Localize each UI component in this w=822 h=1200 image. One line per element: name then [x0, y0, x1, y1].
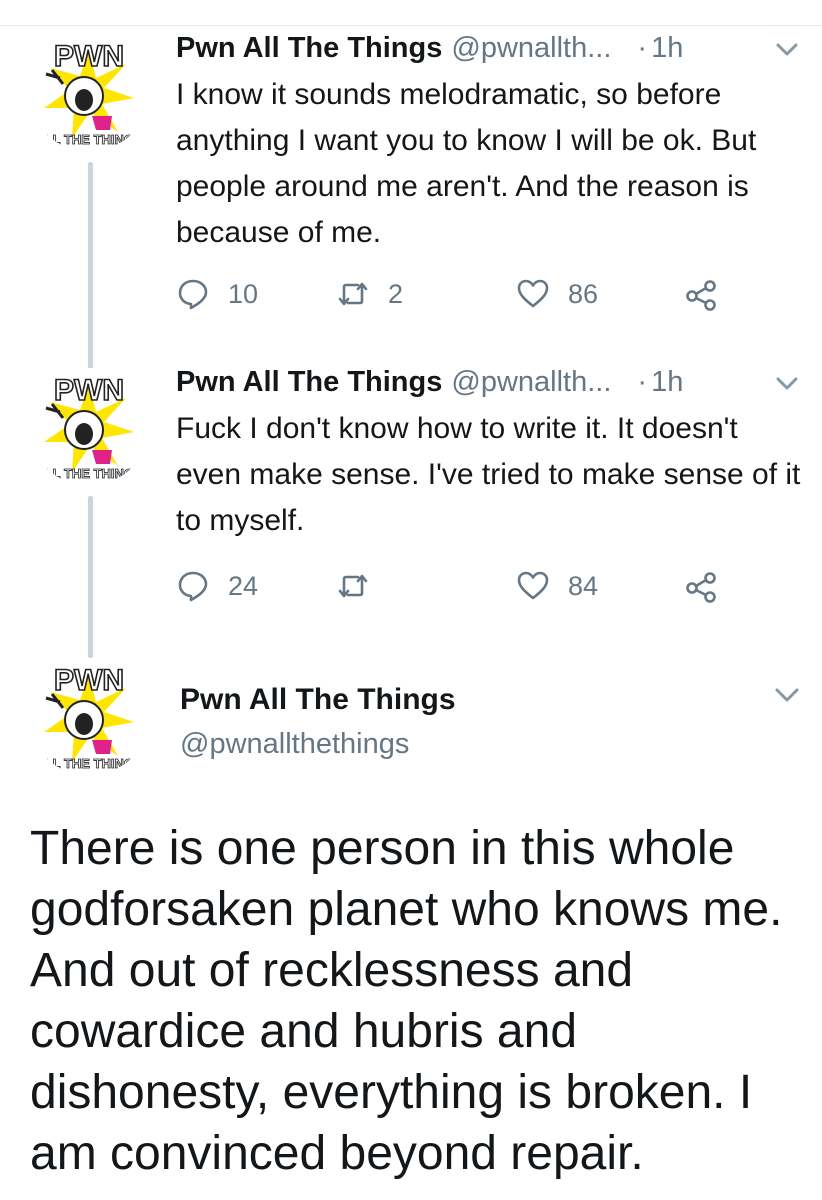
heart-icon: [517, 279, 549, 308]
reply-icon: [178, 571, 208, 602]
tweet-header: Pwn All The Things @pwnallth... · 1h: [176, 28, 802, 68]
retweet-button[interactable]: [336, 566, 388, 606]
separator-dot: ·: [637, 365, 648, 398]
avatar-bottom-text: ALL THE THINGS: [35, 756, 143, 771]
like-button[interactable]: 84: [516, 566, 598, 606]
chevron-down-icon[interactable]: [772, 34, 802, 64]
author-handle[interactable]: @pwnallth...: [451, 366, 611, 399]
avatar-bottom-text: ALL THE THINGS: [35, 466, 143, 481]
thread-line: [88, 496, 93, 658]
focused-author-name[interactable]: Pwn All The Things: [180, 683, 456, 717]
focused-tweet-text: There is one person in this whole godfor…: [30, 822, 783, 1180]
avatar-top-text: PWN: [54, 374, 124, 407]
reply-count: 10: [228, 278, 259, 309]
tweet-header: Pwn All The Things @pwnallth... · 1h: [176, 362, 802, 402]
author-handle[interactable]: @pwnallth...: [451, 32, 611, 65]
avatar[interactable]: PWN ALL THE THINGS: [30, 658, 148, 776]
heart-icon: [517, 571, 549, 600]
tweet-actions: 10 2 86: [176, 274, 736, 314]
tweet-time[interactable]: 1h: [651, 32, 683, 65]
share-button[interactable]: [684, 566, 718, 606]
chevron-down-icon[interactable]: [772, 368, 802, 398]
like-button[interactable]: 86: [516, 274, 598, 314]
share-button[interactable]: [684, 274, 718, 314]
tweet-actions: 24 84: [176, 566, 736, 606]
avatar-top-text: PWN: [54, 664, 124, 697]
pwn-avatar-image: PWN ALL THE THINGS: [30, 368, 148, 486]
share-icon: [686, 572, 716, 603]
pwn-avatar-image: PWN ALL THE THINGS: [30, 658, 148, 776]
avatar-top-text: PWN: [54, 40, 124, 73]
separator-dot: ·: [637, 31, 648, 64]
reply-button[interactable]: 10: [176, 274, 258, 314]
author-name[interactable]: Pwn All The Things: [176, 366, 442, 399]
retweet-icon: [338, 574, 368, 598]
pwn-avatar-image: PWN ALL THE THINGS: [30, 34, 148, 152]
avatar[interactable]: PWN ALL THE THINGS: [30, 368, 148, 486]
tweet-text: Fuck I don't know how to write it. It do…: [176, 412, 801, 537]
author-name[interactable]: Pwn All The Things: [176, 32, 442, 65]
avatar-bottom-text: ALL THE THINGS: [35, 132, 143, 147]
chevron-down-icon[interactable]: [770, 678, 804, 712]
focused-author-handle[interactable]: @pwnallthethings: [180, 728, 409, 761]
avatar[interactable]: PWN ALL THE THINGS: [30, 34, 148, 152]
like-count: 86: [568, 278, 599, 309]
retweet-icon: [338, 282, 368, 306]
tweet-text: I know it sounds melodramatic, so before…: [176, 78, 757, 249]
tweet-time[interactable]: 1h: [651, 366, 683, 399]
reply-count: 24: [228, 570, 259, 601]
retweet-count: 2: [388, 278, 404, 309]
reply-icon: [178, 279, 208, 310]
thread-line: [88, 162, 93, 372]
reply-button[interactable]: 24: [176, 566, 258, 606]
like-count: 84: [568, 570, 599, 601]
share-icon: [686, 280, 716, 311]
retweet-button[interactable]: 2: [336, 274, 403, 314]
top-strip: [0, 0, 822, 26]
